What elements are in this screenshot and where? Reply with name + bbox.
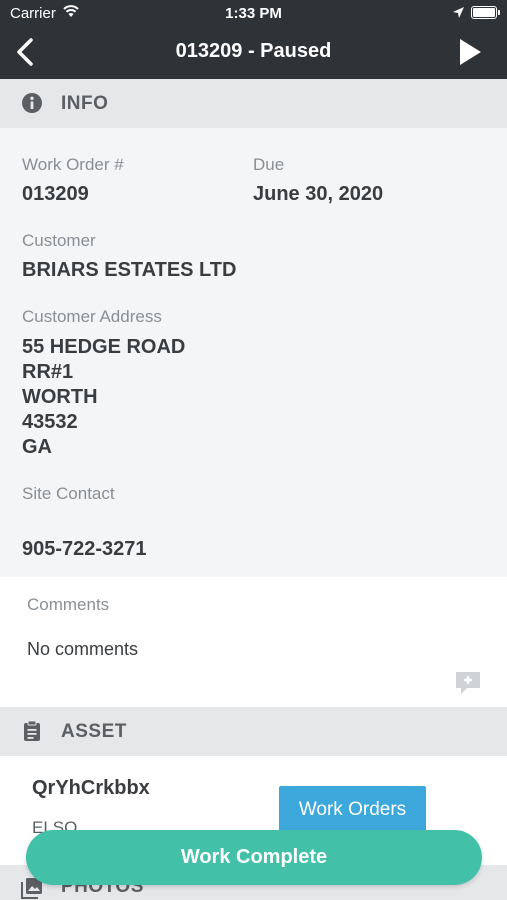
work-order-value: 013209 <box>22 183 89 205</box>
asset-section-title: ASSET <box>61 721 127 742</box>
work-order-label: Work Order # <box>22 155 124 174</box>
status-bar: Carrier 1:33 PM <box>0 0 507 28</box>
address-line: WORTH <box>22 386 98 408</box>
clipboard-icon <box>24 720 40 741</box>
comments-value: No comments <box>27 639 139 659</box>
info-section-header: INFO <box>0 79 507 128</box>
back-button[interactable] <box>12 36 38 68</box>
battery-cap <box>498 10 500 15</box>
add-comment-icon[interactable] <box>454 670 482 696</box>
status-time: 1:33 PM <box>225 5 282 22</box>
customer-address-label: Customer Address <box>22 307 162 326</box>
address-line: 43532 <box>22 411 78 433</box>
info-icon <box>22 93 42 113</box>
site-contact-value[interactable]: 905-722-3271 <box>22 537 147 562</box>
address-line: 55 HEDGE ROAD <box>22 336 186 358</box>
customer-label: Customer <box>22 231 96 250</box>
due-value: June 30, 2020 <box>253 183 384 205</box>
site-contact-label: Site Contact <box>22 484 115 503</box>
customer-value: BRIARS ESTATES LTD <box>22 259 237 281</box>
asset-section-header: ASSET <box>0 707 507 756</box>
asset-name: QrYhCrkbbx <box>32 777 150 799</box>
address-line: RR#1 <box>22 361 74 383</box>
info-section-title: INFO <box>61 93 109 114</box>
play-button[interactable] <box>458 38 482 66</box>
info-panel: Work Order # 013209 Due June 30, 2020 Cu… <box>0 128 507 577</box>
comments-panel: Comments No comments <box>0 577 507 706</box>
location-arrow-icon <box>453 7 464 18</box>
nav-header: Carrier 1:33 PM 013209 - Paused <box>0 0 507 79</box>
battery-icon <box>471 6 497 19</box>
comments-label: Comments <box>27 595 110 614</box>
address-line: GA <box>22 436 52 458</box>
due-label: Due <box>253 155 285 174</box>
work-orders-button[interactable]: Work Orders <box>279 786 426 833</box>
work-complete-button[interactable]: Work Complete <box>26 830 482 885</box>
page-title: 013209 - Paused <box>175 40 332 62</box>
